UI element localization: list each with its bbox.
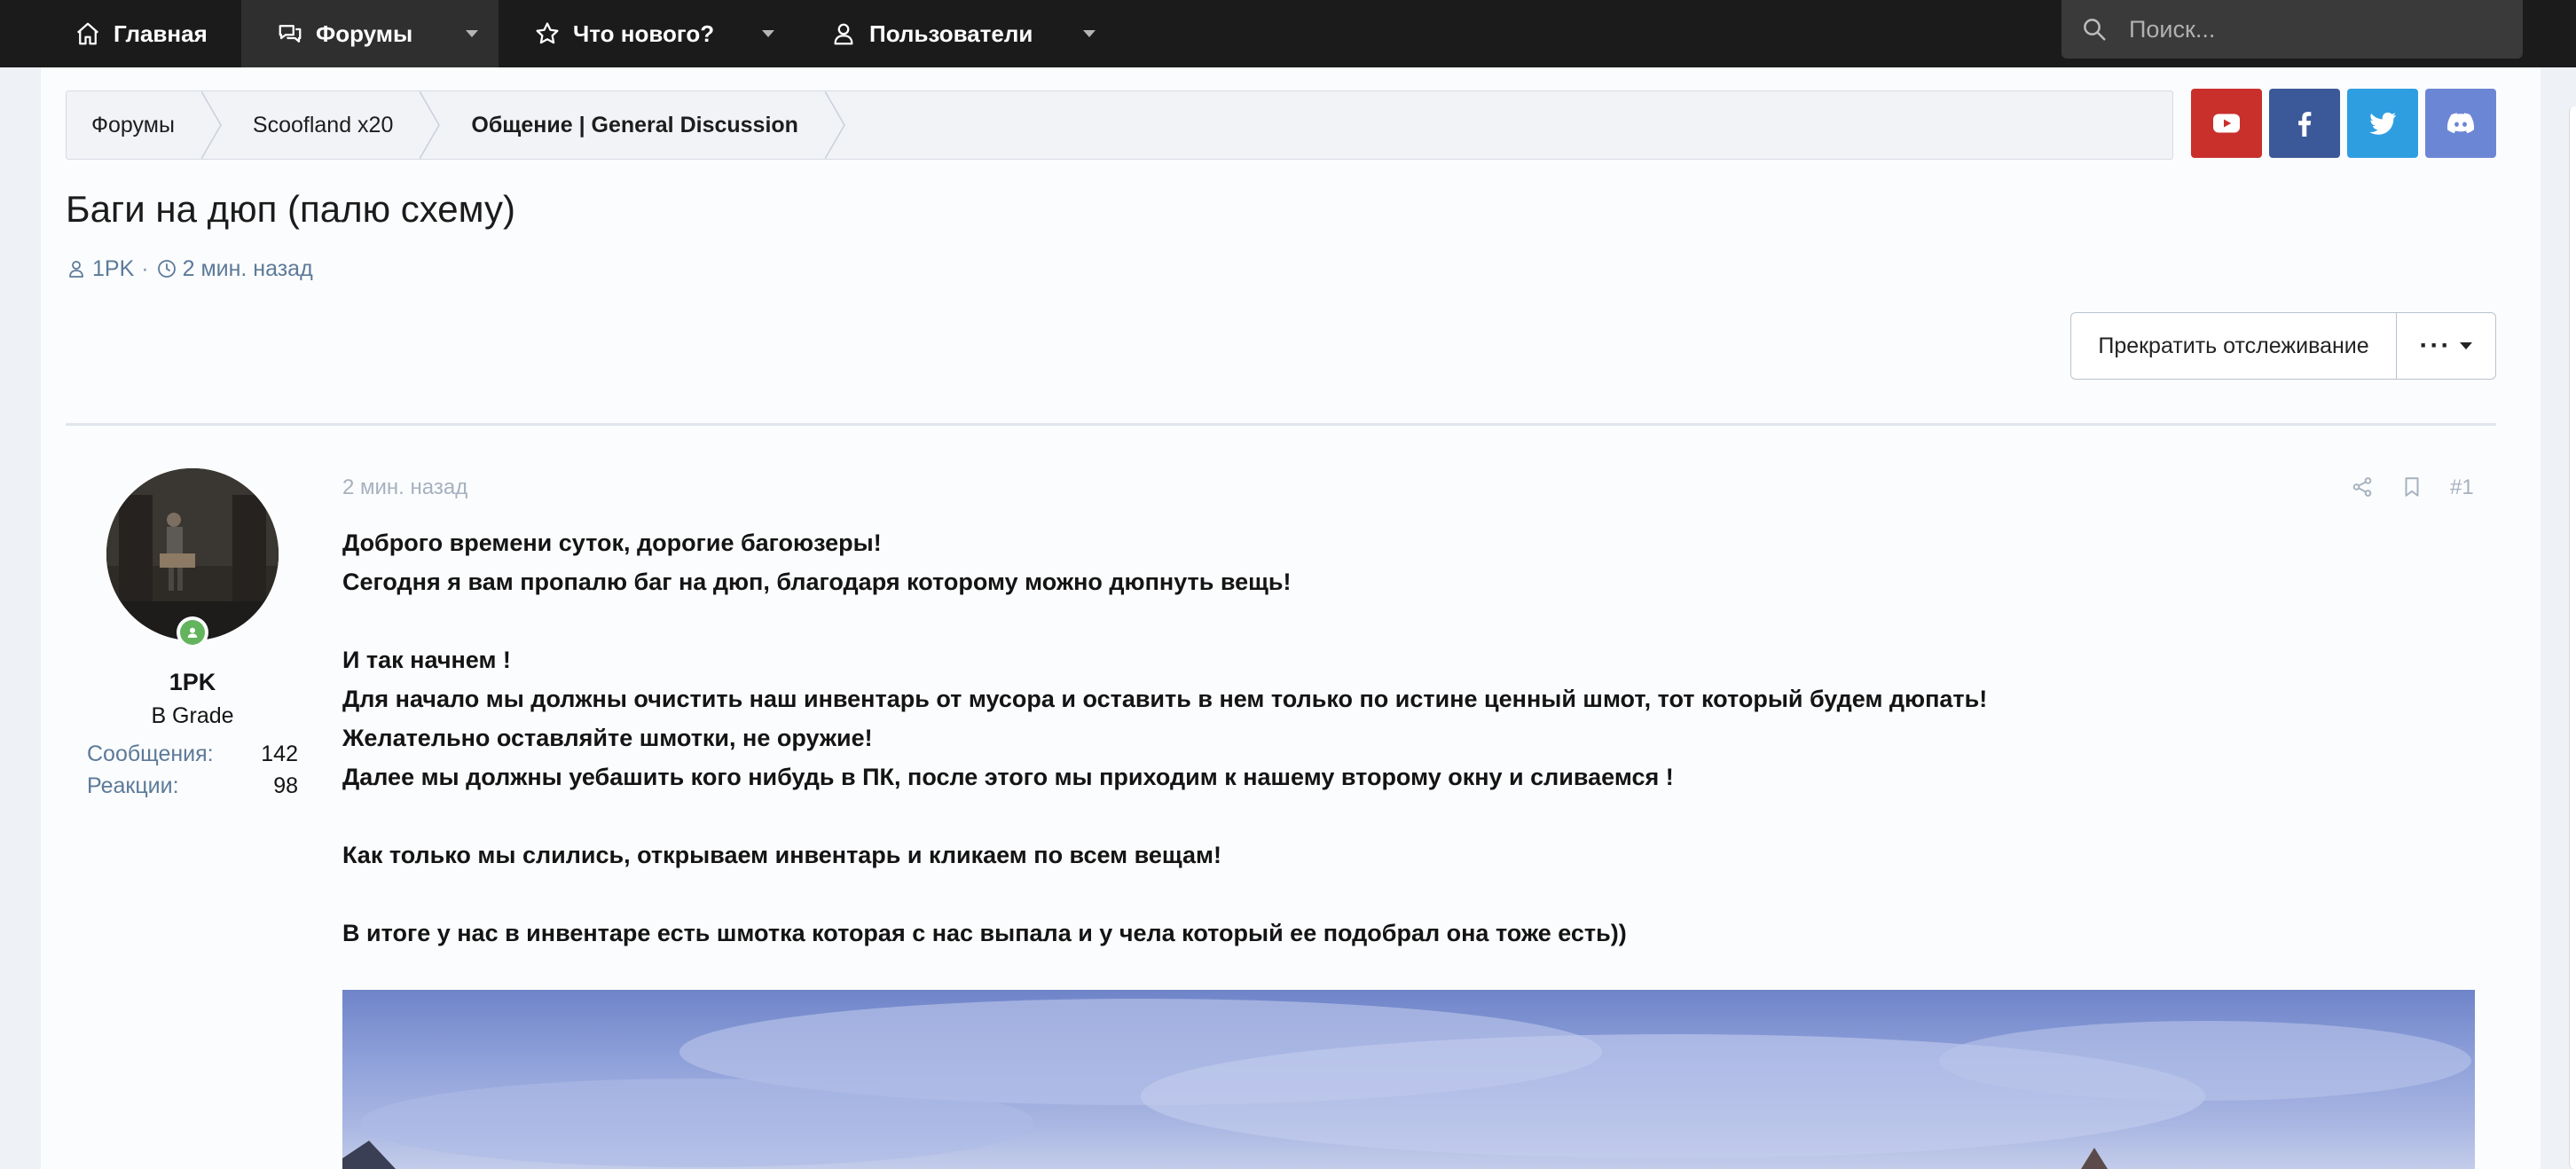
nav-tab-home-label: Главная <box>114 20 208 47</box>
post-attached-image[interactable] <box>342 990 2475 1169</box>
nav-users-dropdown[interactable] <box>1072 0 1107 67</box>
home-icon <box>77 22 98 45</box>
thread-author-link[interactable]: 1PK <box>92 256 134 282</box>
bookmark-button[interactable] <box>2400 474 2423 500</box>
star-icon <box>536 22 559 44</box>
thread-time-link[interactable]: 2 мин. назад <box>183 256 313 282</box>
chevron-down-icon <box>1083 30 1096 37</box>
page-edge <box>2569 106 2576 1169</box>
breadcrumb-label: Scoofland x20 <box>252 112 394 137</box>
post-line: Как только мы слились, открываем инвента… <box>342 842 1221 868</box>
clock-icon <box>157 260 176 278</box>
chevron-down-icon <box>2460 342 2473 349</box>
breadcrumb-separator-icon <box>200 91 226 159</box>
chevron-down-icon <box>762 30 774 37</box>
breadcrumb-label: Форумы <box>91 112 175 137</box>
post-line: Для начало мы должны очистить наш инвент… <box>342 686 1988 712</box>
online-status-badge <box>177 616 208 648</box>
unwatch-button[interactable]: Прекратить отслеживание <box>2071 313 2397 379</box>
discord-icon <box>2446 113 2475 134</box>
meta-separator: · <box>141 255 149 281</box>
thread-action-group: Прекратить отслеживание ··· <box>2070 312 2496 380</box>
post-line: Желательно оставляйте шмотки, не оружие! <box>342 725 873 751</box>
post-body: Доброго времени суток, дорогие багоюзеры… <box>342 523 2471 953</box>
nav-tab-users[interactable]: Пользователи <box>830 0 1033 67</box>
user-icon <box>69 261 83 278</box>
stat-label: Сообщения: <box>87 741 214 766</box>
post-line: Сегодня я вам пропалю баг на дюп, благод… <box>342 569 1292 595</box>
breadcrumb-separator-icon <box>824 91 850 159</box>
bookmark-icon <box>2405 477 2419 497</box>
more-options-button[interactable]: ··· <box>2397 313 2495 379</box>
user-icon <box>834 23 853 45</box>
post-date[interactable]: 2 мин. назад <box>342 475 467 500</box>
twitter-icon <box>2369 112 2396 135</box>
stat-messages: Сообщения: 142 <box>87 741 298 767</box>
user-online-icon <box>187 627 198 638</box>
facebook-icon <box>2298 112 2312 137</box>
breadcrumb-item-scoofland[interactable]: Scoofland x20 <box>226 91 420 159</box>
more-options-label: ··· <box>2419 331 2452 360</box>
post-line: В итоге у нас в инвентаре есть шмотка ко… <box>342 920 1627 946</box>
breadcrumb: Форумы Scoofland x20 Общение | General D… <box>66 90 2173 160</box>
stat-label: Реакции: <box>87 773 179 798</box>
breadcrumb-separator-icon <box>420 91 444 159</box>
post-username[interactable]: 1PK <box>66 669 319 696</box>
nav-tab-whats-new[interactable]: Что нового? <box>534 0 714 67</box>
facebook-button[interactable] <box>2269 89 2340 158</box>
search-input[interactable] <box>2127 14 2486 44</box>
nav-tab-forums-label: Форумы <box>316 20 413 47</box>
twitter-button[interactable] <box>2347 89 2418 158</box>
chevron-down-icon <box>466 30 478 37</box>
stat-value: 98 <box>273 773 298 798</box>
discord-button[interactable] <box>2425 89 2496 158</box>
top-navigation-bar: Главная Форумы Что нового? Пользователи <box>0 0 2576 67</box>
avatar[interactable] <box>106 468 279 640</box>
stat-value: 142 <box>261 741 298 766</box>
search-icon <box>2084 19 2106 41</box>
breadcrumb-label: Общение | General Discussion <box>471 112 798 137</box>
nav-forums-dropdown[interactable] <box>454 0 490 67</box>
nav-tab-users-label: Пользователи <box>869 20 1033 47</box>
post-line-gap <box>342 601 2471 640</box>
share-icon <box>2352 477 2372 497</box>
stat-reactions: Реакции: 98 <box>87 773 298 799</box>
post-line-gap <box>342 875 2471 914</box>
avatar-image <box>106 468 279 640</box>
search-box[interactable] <box>2062 0 2523 59</box>
post-user-title: B Grade <box>151 703 234 728</box>
breadcrumb-item-forums[interactable]: Форумы <box>67 91 201 159</box>
comments-icon <box>279 25 302 43</box>
nav-tab-whats-new-label: Что нового? <box>573 20 715 47</box>
post-line: Доброго времени суток, дорогие багоюзеры… <box>342 530 882 556</box>
thread-title: Баги на дюп (палю схему) <box>66 188 515 230</box>
nav-whats-new-dropdown[interactable] <box>750 0 786 67</box>
thread-meta: 1PK · 2 мин. назад <box>66 255 313 283</box>
post-line: Далее мы должны уебашить кого нибудь в П… <box>342 764 1674 790</box>
share-button[interactable] <box>2351 474 2374 500</box>
youtube-button[interactable] <box>2191 89 2262 158</box>
sky-image <box>342 999 2471 1169</box>
post-line-gap <box>342 796 2471 836</box>
post-line: И так начнем ! <box>342 647 511 673</box>
nav-tab-home[interactable]: Главная <box>75 0 208 67</box>
breadcrumb-item-general-discussion[interactable]: Общение | General Discussion <box>444 91 825 159</box>
youtube-icon <box>2213 114 2240 133</box>
section-divider <box>66 423 2496 426</box>
post-number-link[interactable]: #1 <box>2450 475 2474 500</box>
